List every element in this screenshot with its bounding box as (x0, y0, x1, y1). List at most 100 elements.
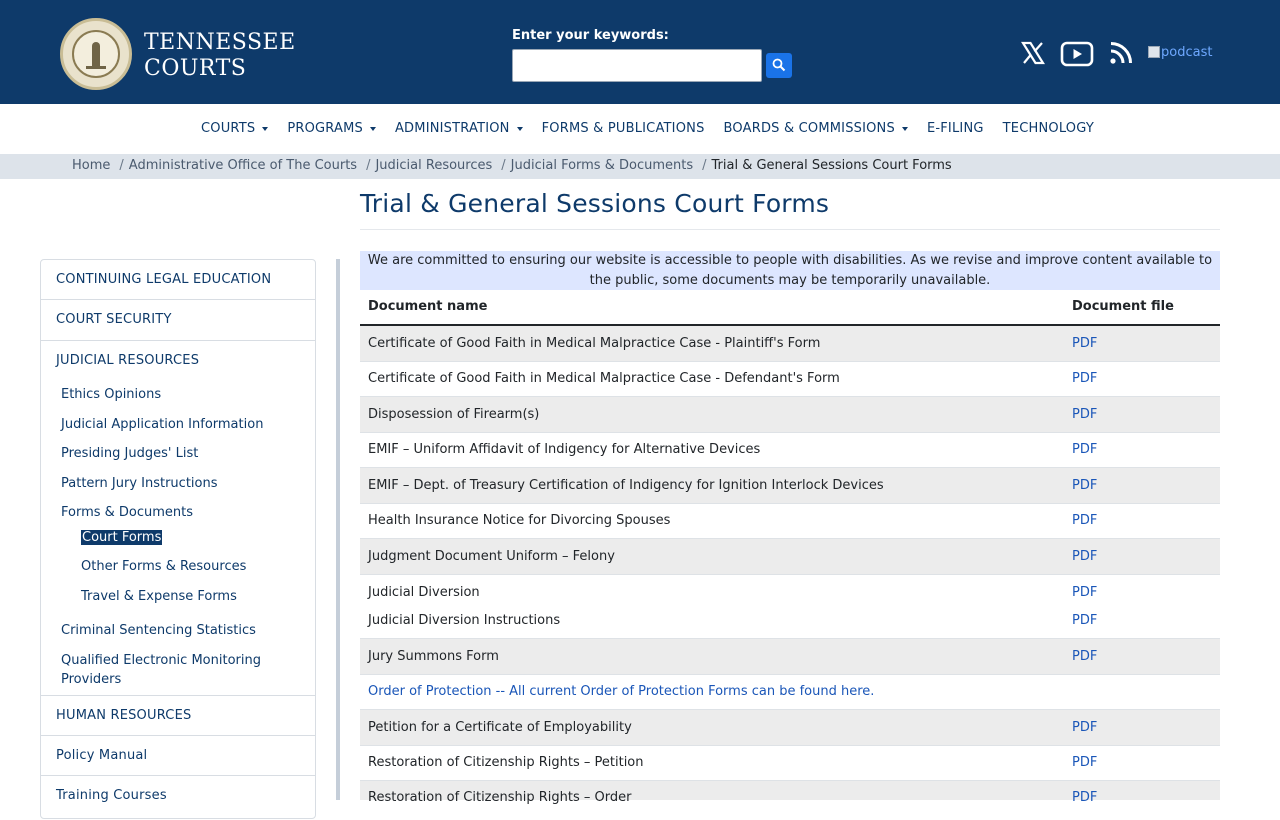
nav-items: COURTS PROGRAMS ADMINISTRATION FORMS & PUBL… (201, 121, 1113, 136)
pdf-link[interactable]: PDF (1072, 649, 1097, 664)
sidebar-item-training-courses[interactable]: Training Courses (41, 776, 315, 820)
nav-item-forms-publications[interactable]: FORMS & PUBLICATIONS (542, 121, 705, 136)
youtube-icon[interactable] (1060, 40, 1094, 68)
accessibility-notice: We are committed to ensuring our website… (360, 251, 1220, 290)
caret-down-icon (516, 126, 523, 131)
document-name: Disposession of Firearm(s) (368, 407, 540, 422)
document-name: Jury Summons Form (368, 649, 499, 664)
pdf-link[interactable]: PDF (1072, 371, 1097, 386)
breadcrumb-judicial-forms[interactable]: Judicial Forms & Documents (511, 158, 693, 173)
table-row: Restoration of Citizenship Rights – Peti… (360, 746, 1220, 781)
sidebar-item-human-resources[interactable]: HUMAN RESOURCES (41, 696, 315, 736)
nav-item-label: ADMINISTRATION (394, 121, 510, 136)
sidebar-item-judicial-resources-label: JUDICIAL RESOURCES (56, 353, 200, 368)
table-row: Jury Summons Form PDF (360, 639, 1220, 675)
nav-item-boards-commissions[interactable]: BOARDS & COMMISSIONS (724, 121, 908, 136)
table-header: Document name Document file (360, 290, 1220, 326)
main-navigation: COURTS PROGRAMS ADMINISTRATION FORMS & PUBL… (0, 104, 1280, 154)
sidebar-item-court-security[interactable]: COURT SECURITY (41, 300, 315, 341)
table-row: Health Insurance Notice for Divorcing Sp… (360, 504, 1220, 539)
breadcrumb-aoc[interactable]: Administrative Office of The Courts (129, 158, 357, 173)
sidebar-subsub-travel-expense-forms[interactable]: Travel & Expense Forms (81, 589, 237, 604)
nav-item-programs[interactable]: PROGRAMS (287, 121, 376, 136)
order-of-protection-link[interactable]: Order of Protection -- All current Order… (368, 684, 874, 699)
pdf-link[interactable]: PDF (1072, 336, 1097, 351)
site-header: TENNESSEE COURTS Enter your keywords: po… (0, 0, 1280, 104)
document-name: Judicial Diversion Instructions (368, 613, 561, 628)
podcast-link[interactable]: podcast (1148, 45, 1212, 60)
table-row: Judgment Document Uniform – Felony PDF (360, 539, 1220, 575)
document-name: Judgment Document Uniform – Felony (368, 549, 615, 564)
breadcrumb-current: Trial & General Sessions Court Forms (711, 158, 952, 173)
x-twitter-icon[interactable] (1020, 40, 1046, 66)
nav-item-label: COURTS (201, 121, 256, 136)
caret-down-icon (262, 126, 269, 131)
document-name: Judicial Diversion (368, 585, 480, 600)
sidebar-menu: CONTINUING LEGAL EDUCATION COURT SECURIT… (40, 259, 316, 819)
pdf-link[interactable]: PDF (1072, 755, 1097, 770)
breadcrumb-separator: / (119, 158, 124, 173)
search-icon (772, 58, 786, 72)
breadcrumb-judicial-resources[interactable]: Judicial Resources (375, 158, 492, 173)
breadcrumb-home[interactable]: Home (72, 158, 110, 173)
sidebar-sub-presiding-judges-list[interactable]: Presiding Judges' List (61, 446, 198, 461)
nav-item-technology[interactable]: TECHNOLOGY (1003, 121, 1094, 136)
table-row: Disposession of Firearm(s) PDF (360, 397, 1220, 433)
table-row: Petition for a Certificate of Employabil… (360, 710, 1220, 746)
pdf-link[interactable]: PDF (1072, 585, 1097, 600)
pdf-link[interactable]: PDF (1072, 720, 1097, 735)
nav-item-label: E-FILING (926, 121, 984, 136)
sidebar-subsub-other-forms-resources[interactable]: Other Forms & Resources (81, 559, 246, 574)
sidebar-sub-ethics-opinions[interactable]: Ethics Opinions (61, 387, 161, 402)
seal-justice-figure (92, 42, 100, 68)
table-row: Certificate of Good Faith in Medical Mal… (360, 362, 1220, 397)
pdf-link[interactable]: PDF (1072, 513, 1097, 528)
nav-item-label: TECHNOLOGY (1002, 121, 1094, 136)
sidebar-sub-criminal-sentencing-statistics[interactable]: Criminal Sentencing Statistics (61, 623, 256, 638)
sidebar-subsub-court-forms[interactable]: Court Forms (81, 530, 163, 545)
sidebar-item-policy-manual[interactable]: Policy Manual (41, 736, 315, 776)
breadcrumb-trail: Home / Administrative Office of The Cour… (72, 158, 952, 173)
sidebar-vertical-divider (336, 259, 340, 800)
sidebar-sub-judicial-application-information[interactable]: Judicial Application Information (61, 417, 263, 432)
nav-item-administration[interactable]: ADMINISTRATION (395, 121, 523, 136)
document-name: EMIF – Dept. of Treasury Certification o… (368, 478, 884, 493)
breadcrumb-separator: / (366, 158, 371, 173)
sidebar-sub-pattern-jury-instructions[interactable]: Pattern Jury Instructions (61, 476, 218, 491)
table-row: EMIF – Uniform Affidavit of Indigency fo… (360, 433, 1220, 468)
breadcrumb: Home / Administrative Office of The Cour… (0, 154, 1280, 179)
document-name: Certificate of Good Faith in Medical Mal… (368, 371, 840, 386)
sidebar-sub-forms-documents[interactable]: Forms & Documents (61, 505, 193, 520)
search-button[interactable] (766, 53, 792, 78)
nav-item-courts[interactable]: COURTS (201, 121, 269, 136)
caret-down-icon (369, 126, 376, 131)
table-row: Order of Protection -- All current Order… (360, 675, 1220, 710)
rss-icon[interactable] (1108, 40, 1134, 66)
document-name: Restoration of Citizenship Rights – Orde… (368, 790, 632, 805)
document-name: Petition for a Certificate of Employabil… (368, 720, 632, 735)
breadcrumb-separator: / (501, 158, 506, 173)
pdf-link[interactable]: PDF (1072, 549, 1097, 564)
document-name: Restoration of Citizenship Rights – Peti… (368, 755, 644, 770)
sidebar-sub-qualified-electronic-monitoring[interactable]: Qualified Electronic Monitoring (61, 653, 261, 668)
broken-image-icon (1148, 46, 1160, 58)
sidebar-item-continuing-legal-education[interactable]: CONTINUING LEGAL EDUCATION (41, 260, 315, 300)
document-name: EMIF – Uniform Affidavit of Indigency fo… (368, 442, 761, 457)
table-row: Certificate of Good Faith in Medical Mal… (360, 326, 1220, 362)
tennessee-judiciary-seal-logo[interactable] (60, 18, 132, 90)
pdf-link[interactable]: PDF (1072, 790, 1097, 805)
seal-base-mark (86, 66, 106, 69)
brand-line-1: TENNESSEE (144, 30, 296, 55)
pdf-link[interactable]: PDF (1072, 478, 1097, 493)
pdf-link[interactable]: PDF (1072, 613, 1097, 628)
search-input[interactable] (512, 49, 762, 82)
table-row: EMIF – Dept. of Treasury Certification o… (360, 468, 1220, 504)
pdf-link[interactable]: PDF (1072, 442, 1097, 457)
brand-wordmark[interactable]: TENNESSEE COURTS (144, 30, 296, 82)
pdf-link[interactable]: PDF (1072, 407, 1097, 422)
sidebar-active-label: Court Forms (81, 530, 163, 545)
table-row: Judicial Diversion PDF Judicial Diversio… (360, 575, 1220, 639)
nav-item-e-filing[interactable]: E-FILING (927, 121, 984, 136)
sidebar-sub-qualified-electronic-monitoring-line2[interactable]: Providers (61, 672, 121, 687)
column-header-document-file: Document file (1072, 299, 1174, 314)
